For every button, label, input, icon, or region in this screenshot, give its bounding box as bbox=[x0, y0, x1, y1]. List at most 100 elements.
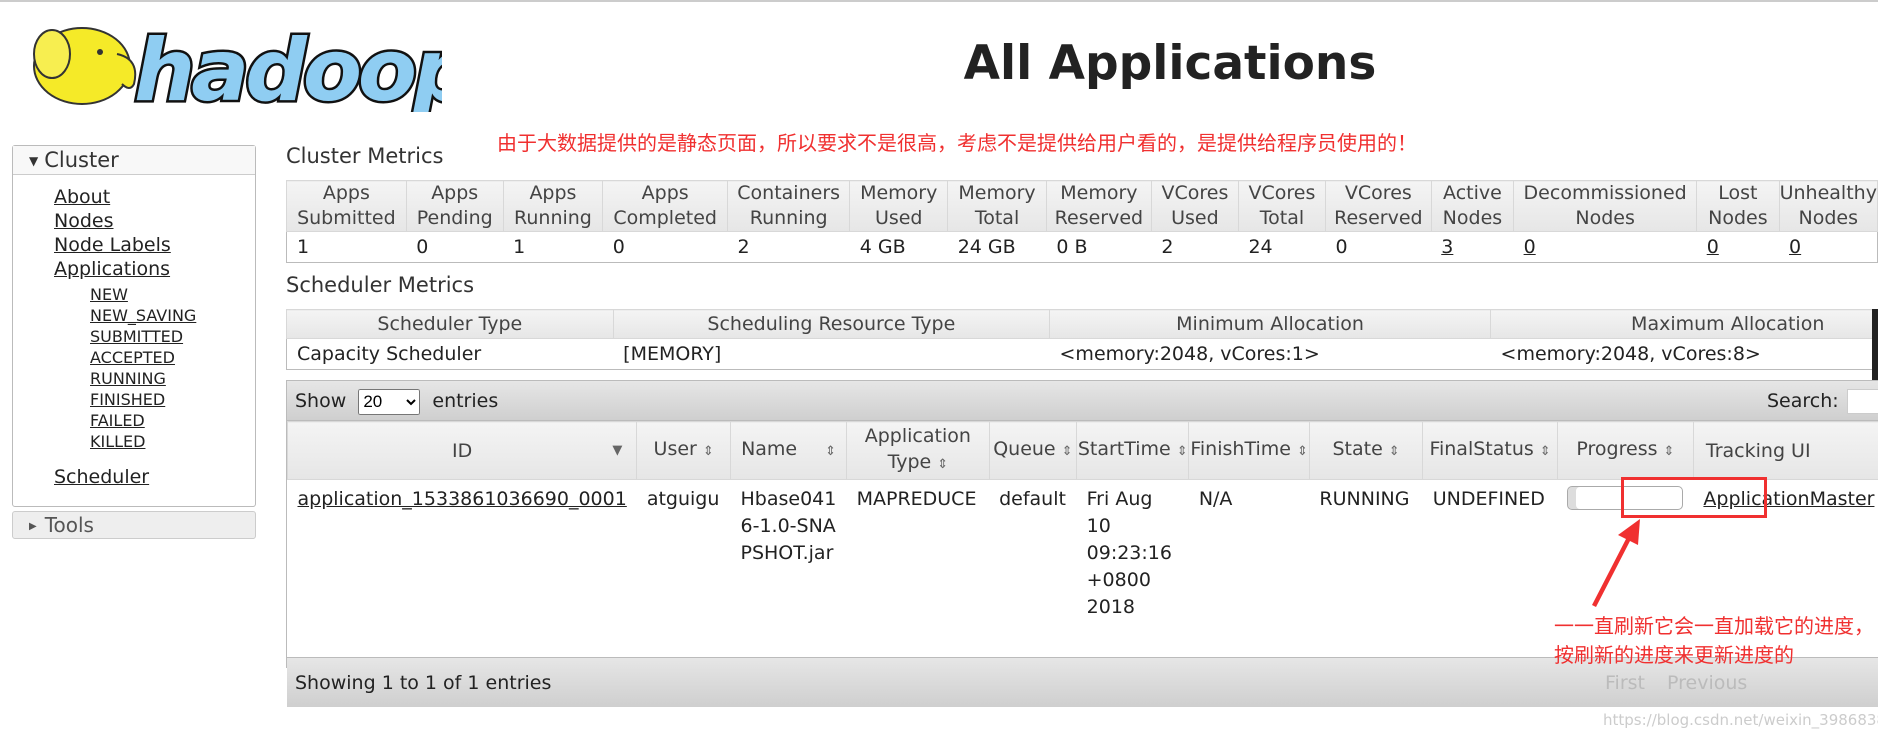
metric-header-line: Pending bbox=[416, 207, 493, 229]
sidebar-link-applications[interactable]: Applications bbox=[54, 258, 170, 280]
annotation-top: 由于大数据提供的是静态页面，所以要求不是很高，考虑不是提供给用户看的，是提供给程… bbox=[497, 131, 1417, 155]
metric-link[interactable]: 0 bbox=[1524, 236, 1536, 258]
sort-icon: ⇕ bbox=[1176, 444, 1188, 459]
metric-header-line: Memory bbox=[860, 182, 938, 204]
sidebar-state-killed[interactable]: KILLED bbox=[90, 432, 145, 451]
search-input[interactable] bbox=[1847, 389, 1878, 414]
metric-text: 0 bbox=[416, 236, 429, 258]
sidebar-link-about[interactable]: About bbox=[54, 186, 110, 208]
sidebar-link-nodes[interactable]: Nodes bbox=[54, 210, 114, 232]
metric-value[interactable]: 3 bbox=[1431, 232, 1513, 263]
metric-value: 0 bbox=[406, 232, 503, 263]
app-id-link[interactable]: application_1533861036690_0001 bbox=[298, 488, 627, 510]
sched-header: Scheduling Resource Type bbox=[612, 309, 1051, 339]
sort-icon: ⇕ bbox=[1061, 444, 1073, 459]
col-type[interactable]: Application Type ⇕ bbox=[846, 421, 990, 480]
sched-cell: [MEMORY] bbox=[623, 343, 722, 365]
annotation-progress: 一一直刷新它会一直加载它的进度，按刷新的进度来更新进度的 bbox=[1554, 614, 1874, 667]
metric-header-line: Nodes bbox=[1442, 207, 1503, 229]
cluster-metrics-heading: Cluster Metrics bbox=[286, 144, 444, 168]
search-label: Search: bbox=[1767, 390, 1839, 412]
col-queue[interactable]: Queue ⇕ bbox=[988, 421, 1078, 480]
metric-value: 1 bbox=[287, 232, 407, 263]
metric-header-line: Nodes bbox=[1575, 207, 1635, 229]
col-id[interactable]: ID ▼ bbox=[286, 421, 638, 480]
sidebar-state-failed[interactable]: FAILED bbox=[90, 411, 145, 430]
watermark: https://blog.csdn.net/weixin_39868387 bbox=[1603, 711, 1878, 729]
metric-value: 4 GB bbox=[850, 232, 948, 263]
sidebar-state-submitted[interactable]: SUBMITTED bbox=[90, 327, 183, 346]
sort-icon: ⇕ bbox=[1296, 444, 1308, 459]
metric-header-line: Completed bbox=[613, 207, 717, 229]
col-label: User bbox=[653, 438, 697, 460]
sidebar-state-running[interactable]: RUNNING bbox=[90, 369, 166, 388]
metric-text: 2 bbox=[1161, 236, 1174, 258]
metric-header-line: Reserved bbox=[1334, 207, 1423, 229]
metric-value[interactable]: 0 bbox=[1697, 232, 1779, 263]
metric-text: 24 GB bbox=[957, 236, 1016, 258]
col-user[interactable]: User ⇕ bbox=[636, 421, 731, 480]
col-name[interactable]: Name ⇕ bbox=[729, 421, 848, 480]
metric-header: VCores Total bbox=[1237, 180, 1326, 232]
metric-header: VCores Reserved bbox=[1324, 180, 1432, 232]
metric-header: Apps Running bbox=[502, 180, 604, 232]
entries-label: entries bbox=[432, 390, 499, 412]
sidebar-tools-header[interactable]: ▶ Tools bbox=[12, 511, 256, 539]
metric-header-line: Lost bbox=[1718, 182, 1758, 204]
annotation-highlight-box bbox=[1621, 477, 1767, 518]
metric-header-line: Apps bbox=[641, 182, 689, 204]
col-state[interactable]: State ⇕ bbox=[1308, 421, 1424, 480]
metric-header: Active Nodes bbox=[1430, 180, 1515, 232]
metric-value: 2 bbox=[728, 232, 850, 263]
sched-header: Maximum Allocation bbox=[1490, 309, 1878, 339]
metric-text: 0 B bbox=[1056, 236, 1088, 258]
col-label: Application Type bbox=[864, 425, 971, 473]
sidebar-state-new-saving[interactable]: NEW_SAVING bbox=[90, 306, 196, 325]
sidebar-link-scheduler[interactable]: Scheduler bbox=[54, 466, 149, 488]
sort-icon: ⇕ bbox=[702, 444, 714, 459]
col-label: FinishTime bbox=[1190, 438, 1291, 460]
scheduler-metrics-heading: Scheduler Metrics bbox=[286, 273, 475, 297]
col-finishtime[interactable]: FinishTime ⇕ bbox=[1188, 421, 1310, 480]
metric-header-line: Running bbox=[514, 207, 592, 229]
cluster-metrics-table: Apps Submitted Apps Pending Apps Running Apps C… bbox=[286, 180, 1878, 263]
metric-text: 1 bbox=[513, 236, 526, 258]
metric-link[interactable]: 0 bbox=[1789, 236, 1801, 258]
metric-header-line: Memory bbox=[1060, 182, 1138, 204]
sidebar-state-new[interactable]: NEW bbox=[90, 285, 128, 304]
metric-link[interactable]: 3 bbox=[1441, 236, 1453, 258]
metric-value[interactable]: 0 bbox=[1514, 232, 1697, 263]
table-toolbar: Show 20 entries Search: bbox=[287, 381, 1878, 421]
sidebar: ▼ Cluster About Nodes Node Labels Applica… bbox=[12, 145, 256, 507]
sort-icon: ⇕ bbox=[1539, 444, 1551, 459]
entries-select[interactable]: 20 bbox=[358, 388, 421, 415]
metric-header-line: Nodes bbox=[1708, 207, 1768, 229]
sidebar-state-finished[interactable]: FINISHED bbox=[90, 390, 165, 409]
metric-value: 2 bbox=[1151, 232, 1238, 263]
col-finalstatus[interactable]: FinalStatus ⇕ bbox=[1422, 421, 1558, 480]
metric-header-line: Used bbox=[874, 207, 923, 229]
metric-header-line: VCores bbox=[1161, 182, 1229, 204]
metric-header-line: Reserved bbox=[1054, 207, 1144, 229]
sidebar-link-node-labels[interactable]: Node Labels bbox=[54, 234, 171, 256]
col-label: StartTime bbox=[1077, 438, 1171, 460]
svg-text:hadoop: hadoop bbox=[134, 21, 442, 112]
metric-header-line: Containers bbox=[737, 182, 841, 204]
col-label: ID bbox=[452, 439, 473, 462]
metric-header: Apps Completed bbox=[602, 180, 729, 232]
col-label: Progress bbox=[1576, 438, 1658, 460]
metric-header-line: Apps bbox=[322, 182, 370, 204]
metric-header-line: Nodes bbox=[1798, 207, 1859, 229]
cell-finalstatus: UNDEFINED bbox=[1432, 488, 1545, 510]
col-tracking-ui[interactable]: Tracking UI bbox=[1692, 421, 1878, 480]
cell-starttime: Fri Aug 10 09:23:16 +0800 2018 bbox=[1086, 488, 1172, 618]
metric-header: Unhealthy Nodes bbox=[1778, 180, 1878, 232]
sidebar-state-accepted[interactable]: ACCEPTED bbox=[90, 348, 175, 367]
metric-header: Lost Nodes bbox=[1696, 180, 1780, 232]
col-starttime[interactable]: StartTime ⇕ bbox=[1076, 421, 1190, 480]
metric-header-line: Apps bbox=[431, 182, 479, 204]
metric-link[interactable]: 0 bbox=[1707, 236, 1719, 258]
metric-value[interactable]: 0 bbox=[1779, 232, 1877, 263]
sidebar-cluster-header[interactable]: ▼ Cluster bbox=[13, 146, 255, 175]
col-progress[interactable]: Progress ⇕ bbox=[1556, 421, 1694, 480]
